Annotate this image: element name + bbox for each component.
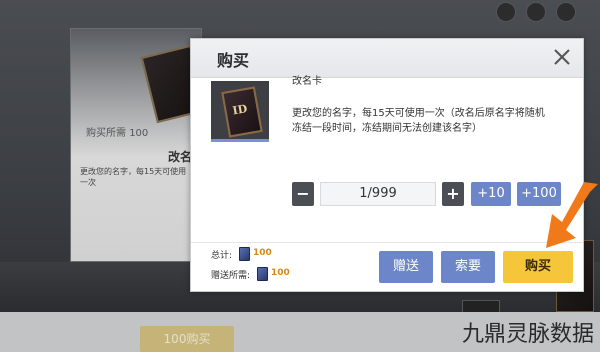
item-description: 更改您的名字，每15天可使用一次（改名后原名字将随机冻结一段时间，冻结期间无法创… (292, 108, 545, 134)
add-10-button[interactable]: +10 (471, 182, 511, 206)
quantity-increase-button[interactable]: + (442, 182, 464, 206)
request-button[interactable]: 索要 (441, 251, 495, 283)
item-thumbnail: ID (211, 81, 269, 142)
gift-button[interactable]: 赠送 (379, 251, 433, 283)
quantity-decrease-button[interactable]: − (292, 182, 314, 206)
purchase-dialog: 购买 ID 改名卡 更改您的名字，每15天可使用一次（改名后原名字将随机冻结一段… (190, 38, 584, 292)
quantity-field[interactable]: 1/999 (320, 182, 436, 206)
background-price-value: 100 (129, 128, 149, 139)
gear-icon[interactable] (556, 2, 576, 22)
buy-button[interactable]: 购买 (503, 251, 573, 283)
dialog-header: 购买 (191, 39, 583, 78)
gift-cost-label: 赠送所需: (211, 271, 251, 281)
top-right-icons (496, 2, 596, 24)
dialog-title: 购买 (217, 51, 250, 70)
rename-card-id-text: ID (231, 102, 249, 118)
watermark-text: 九鼎灵脉数据 (461, 322, 594, 347)
rename-card-icon: ID (221, 86, 263, 138)
settings-icon[interactable] (526, 2, 546, 22)
item-name: 改名卡 (292, 76, 322, 87)
footer-divider (191, 242, 583, 243)
total-value: 100 (253, 248, 272, 258)
coin-icon (239, 247, 250, 261)
menu-icon[interactable] (496, 2, 516, 22)
background-card-desc: 更改您的名字，每15天可使用一次 (80, 167, 187, 187)
orange-arrow-icon (546, 182, 598, 248)
coin-icon (257, 267, 268, 281)
close-icon (554, 49, 570, 65)
gift-cost-value: 100 (271, 268, 290, 278)
background-buy-button: 100购买 (140, 326, 234, 352)
background-price-label: 购买所需 (86, 128, 126, 139)
close-button[interactable] (551, 46, 573, 68)
background-card-title: 改名 (168, 150, 193, 164)
background-price: 购买所需 100 (86, 124, 148, 139)
total-label: 总计: (211, 251, 233, 261)
